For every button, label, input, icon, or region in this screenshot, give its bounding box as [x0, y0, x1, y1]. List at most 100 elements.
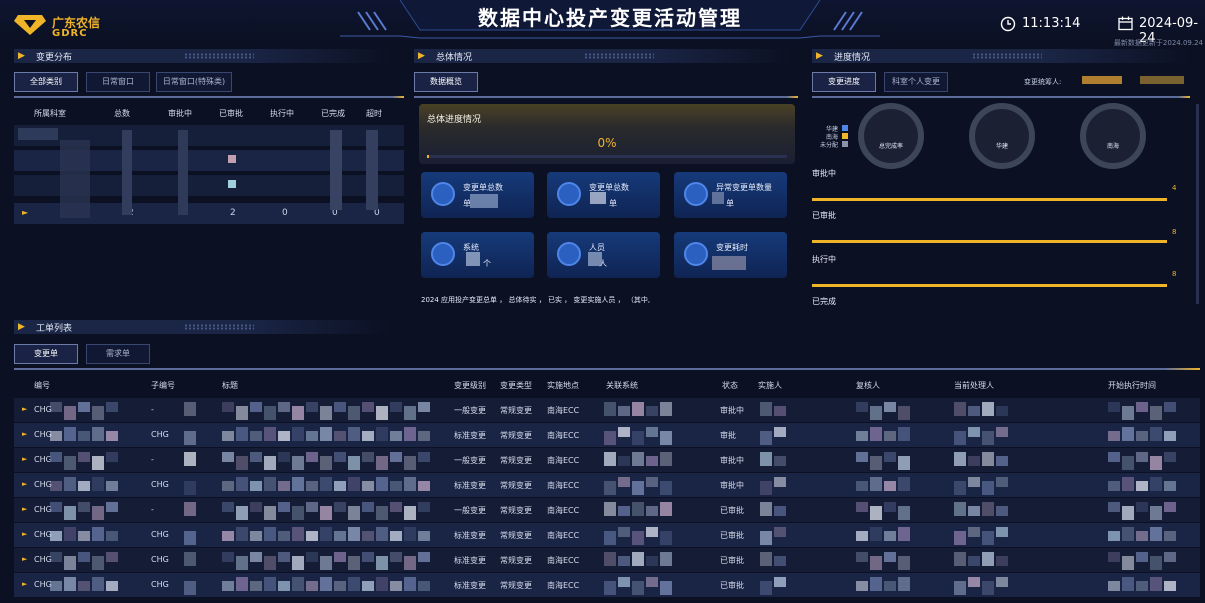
last-updated-text: 最新数据更新于2024.09.24: [1113, 39, 1203, 47]
row-expand-icon[interactable]: ►: [22, 580, 27, 588]
redacted-block: [376, 527, 388, 541]
tab-daily-window-special[interactable]: 日常窗口(特殊类): [156, 72, 232, 92]
redacted-block: [1122, 456, 1134, 470]
overall-progress-card: 总体进度情况 0%: [419, 104, 795, 164]
stat-card-unit: 单: [726, 199, 734, 208]
stat-card[interactable]: 人员 人: [547, 232, 660, 278]
redacted-block: [774, 456, 786, 466]
redacted-block: [646, 506, 658, 516]
overall-progress-fill: [427, 155, 429, 158]
redacted-block: [334, 481, 346, 491]
redacted-block: [968, 527, 980, 537]
row-expand-icon[interactable]: ►: [22, 555, 27, 563]
cube-icon: [431, 242, 455, 266]
redacted-block: [78, 481, 90, 491]
row-expand-icon[interactable]: ►: [22, 208, 28, 217]
redacted-block: [92, 527, 104, 541]
redacted-block: [236, 406, 248, 420]
redacted-block: [222, 531, 234, 541]
redacted-block: [306, 452, 318, 462]
panel-title: 工单列表: [36, 324, 73, 334]
redacted-block: [968, 456, 980, 466]
redacted-block: [404, 477, 416, 491]
redacted-block: [78, 531, 90, 541]
table-row[interactable]: ► CHG CHG 标准变更 常规变更 南海ECC 审批中: [14, 473, 1200, 497]
stat-card-label: 异常变更单数量: [716, 183, 772, 192]
redacted-block: [898, 406, 910, 420]
tab-all-categories[interactable]: 全部类别: [14, 72, 78, 92]
redacted-block: [106, 502, 118, 512]
redacted-block: [760, 481, 772, 495]
redacted-block: [320, 527, 332, 541]
progress-label: 审批中: [812, 169, 836, 178]
redacted-block: [1150, 556, 1162, 570]
col-location: 实施地点: [547, 381, 579, 390]
col-level: 变更级别: [454, 381, 486, 390]
table-row[interactable]: ► CHG - 一般变更 常规变更 南海ECC 审批中: [14, 448, 1200, 472]
table-row[interactable]: ► CHG - 一般变更 常规变更 南海ECC 审批中: [14, 398, 1200, 422]
cell-type: 常规变更: [500, 406, 532, 415]
row-expand-icon[interactable]: ►: [22, 430, 27, 438]
tab-change-orders[interactable]: 变更单: [14, 344, 78, 364]
redacted-block: [236, 456, 248, 470]
redacted-block: [660, 581, 672, 595]
redacted-block: [278, 581, 290, 591]
col-type: 变更类型: [500, 381, 532, 390]
redacted-block: [618, 406, 630, 416]
redacted-block: [376, 477, 388, 491]
redacted-block: [968, 506, 980, 516]
cell-level: 一般变更: [454, 506, 486, 515]
cell-subid: -: [151, 455, 154, 464]
tab-requirement-orders[interactable]: 需求单: [86, 344, 150, 364]
redacted-block: [50, 452, 62, 462]
table-row[interactable]: ► CHG - 一般变更 常规变更 南海ECC 已审批: [14, 498, 1200, 522]
tab-daily-window[interactable]: 日常窗口: [86, 72, 150, 92]
row-expand-icon[interactable]: ►: [22, 505, 27, 513]
row-expand-icon[interactable]: ►: [22, 455, 27, 463]
stat-card[interactable]: 变更耗时: [674, 232, 787, 278]
cell-subid: CHG: [151, 530, 169, 539]
redacted-block: [236, 556, 248, 570]
redacted-block: [264, 427, 276, 441]
stat-card[interactable]: 异常变更单数量 单: [674, 172, 787, 218]
cell-subid: -: [151, 405, 154, 414]
row-expand-icon[interactable]: ►: [22, 530, 27, 538]
panel-title: 变更分布: [36, 53, 73, 63]
redacted-block: [1108, 502, 1120, 512]
redacted-block: [92, 506, 104, 520]
table-row[interactable]: ► CHG CHG 标准变更 常规变更 南海ECC 已审批: [14, 573, 1200, 597]
redacted-block: [78, 452, 90, 462]
row-expand-icon[interactable]: ►: [22, 480, 27, 488]
table-row[interactable]: ► CHG CHG 标准变更 常规变更 南海ECC 已审批: [14, 523, 1200, 547]
redacted-block: [856, 481, 868, 491]
redacted-block: [646, 406, 658, 416]
tab-dept-personal[interactable]: 科室个人变更: [884, 72, 948, 92]
redacted-block: [968, 477, 980, 487]
redacted-block: [982, 431, 994, 445]
table-row[interactable]: ► CHG CHG 标准变更 常规变更 南海ECC 已审批: [14, 548, 1200, 572]
table-row[interactable]: ► CHG CHG 标准变更 常规变更 南海ECC 审批: [14, 423, 1200, 447]
redacted-block: [404, 506, 416, 520]
redacted-block: [106, 402, 118, 412]
cell-type: 常规变更: [500, 456, 532, 465]
tab-data-overview[interactable]: 数据概览: [414, 72, 478, 92]
cell-status: 已审批: [720, 556, 744, 565]
redacted-block: [404, 556, 416, 570]
redacted-block: [1136, 402, 1148, 412]
redacted-block: [898, 477, 910, 491]
tab-change-progress[interactable]: 变更进度: [812, 72, 876, 92]
redacted-block: [982, 502, 994, 516]
progress-bar: [812, 198, 1167, 201]
redacted-block: [330, 130, 342, 210]
redacted-block: [404, 456, 416, 470]
redacted-block: [870, 506, 882, 520]
redacted-block: [264, 506, 276, 520]
redacted-block: [106, 581, 118, 591]
overall-progress-track: [427, 155, 787, 158]
row-expand-icon[interactable]: ►: [22, 405, 27, 413]
redacted-block: [632, 431, 644, 445]
scrollbar[interactable]: [1196, 104, 1199, 304]
redacted-block: [184, 502, 196, 516]
cell-approved: 2: [230, 208, 236, 218]
redacted-block: [250, 552, 262, 562]
